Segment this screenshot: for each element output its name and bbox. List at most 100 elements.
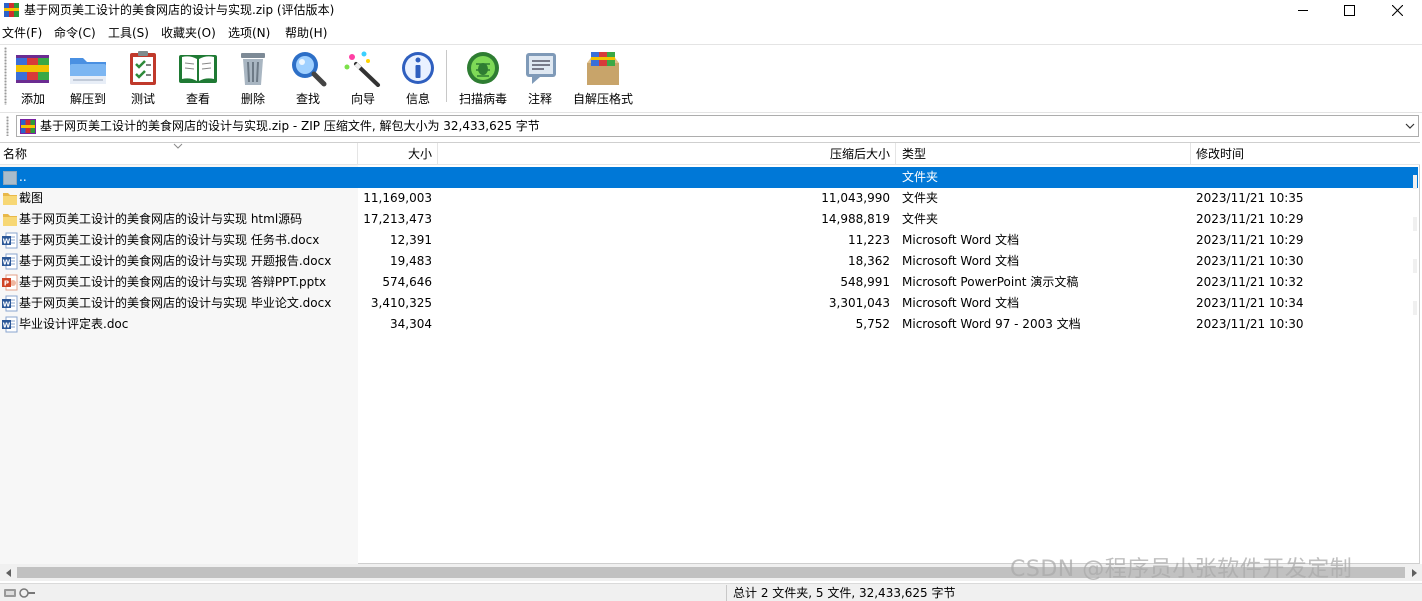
minimize-button[interactable] xyxy=(1280,0,1326,20)
file-row[interactable]: 截图 11,169,003 11,043,990 文件夹 2023/11/21 10:3… xyxy=(0,188,1418,209)
virus-scan-icon xyxy=(467,52,499,84)
comment-label: 注释 xyxy=(527,92,552,106)
title-bar[interactable]: 基于网页美工设计的美食网店的设计与实现.zip (评估版本) xyxy=(0,0,1422,20)
list-header: 名称 大小 压缩后大小 类型 修改时间 xyxy=(0,143,1420,165)
file-name: 基于网页美工设计的美食网店的设计与实现 开题报告.docx xyxy=(19,254,332,268)
file-row[interactable]: W 基于网页美工设计的美食网店的设计与实现 毕业论文.docx 3,410,325 3… xyxy=(0,293,1418,314)
winrar-app-icon[interactable] xyxy=(4,3,19,17)
scroll-right-button[interactable] xyxy=(1405,564,1422,581)
extract-to-button[interactable]: 解压到 xyxy=(66,47,110,107)
add-button[interactable]: 添加 xyxy=(12,47,54,107)
file-name: 基于网页美工设计的美食网店的设计与实现 html源码 xyxy=(19,212,303,226)
address-bar: 基于网页美工设计的美食网店的设计与实现.zip - ZIP 压缩文件, 解包大小… xyxy=(0,112,1422,138)
folder-icon xyxy=(2,190,18,207)
close-button[interactable] xyxy=(1374,0,1420,20)
scroll-left-button[interactable] xyxy=(0,564,17,581)
file-row[interactable]: W 基于网页美工设计的美食网店的设计与实现 开题报告.docx 19,483 18,3… xyxy=(0,251,1418,272)
file-packed-size xyxy=(440,167,890,188)
view-button[interactable]: 查看 xyxy=(176,47,220,107)
maximize-icon xyxy=(1343,4,1355,16)
parent-folder-icon xyxy=(2,169,18,186)
close-icon xyxy=(1391,4,1403,16)
info-label: 信息 xyxy=(405,92,430,106)
test-label: 测试 xyxy=(130,92,155,106)
test-clipboard-icon xyxy=(130,51,156,85)
file-modified xyxy=(1196,167,1396,188)
file-size: 11,169,003 xyxy=(363,191,432,205)
sfx-box-icon xyxy=(587,52,619,85)
sfx-button[interactable]: 自解压格式 xyxy=(572,47,634,107)
word-doc-icon: W xyxy=(2,316,18,333)
file-modified: 2023/11/21 10:29 xyxy=(1196,212,1304,226)
status-summary: 总计 2 文件夹, 5 文件, 32,433,625 字节 xyxy=(733,586,956,600)
file-row[interactable]: W 基于网页美工设计的美食网店的设计与实现 任务书.docx 12,391 11,22… xyxy=(0,230,1418,251)
svg-text:W: W xyxy=(3,300,11,308)
file-packed-size: 14,988,819 xyxy=(821,212,890,226)
address-bar-grip[interactable] xyxy=(6,116,9,136)
status-divider xyxy=(726,585,727,601)
comment-icon xyxy=(526,53,556,84)
virus-scan-button[interactable]: 扫描病毒 xyxy=(457,47,509,107)
column-header-size[interactable]: 大小 xyxy=(360,143,432,165)
scroll-marker xyxy=(1413,217,1417,231)
menu-favorites[interactable]: 收藏夹(O) xyxy=(161,25,216,41)
file-list[interactable]: 名称 大小 压缩后大小 类型 修改时间 .. 文件夹截图 11,169,003 11,… xyxy=(0,142,1420,565)
test-button[interactable]: 测试 xyxy=(122,47,164,107)
toolbar-grip[interactable] xyxy=(4,47,7,105)
file-size: 19,483 xyxy=(390,254,432,268)
menu-file[interactable]: 文件(F) xyxy=(2,25,42,41)
winrar-window: 基于网页美工设计的美食网店的设计与实现.zip (评估版本) 文件(F) 命令(… xyxy=(0,0,1422,601)
wizard-button[interactable]: 向导 xyxy=(342,47,384,107)
scroll-right-icon xyxy=(1411,568,1417,577)
powerpoint-icon: P xyxy=(2,274,18,291)
menu-help[interactable]: 帮助(H) xyxy=(285,25,327,41)
find-label: 查找 xyxy=(295,92,320,106)
column-divider[interactable] xyxy=(357,143,358,165)
magnifier-icon xyxy=(292,52,327,87)
toolbar: 添加 解压到 测试 查看 删除 查找 向导 信息 扫描病毒 注释 自解压格式 xyxy=(0,44,1422,108)
delete-button[interactable]: 删除 xyxy=(232,47,274,107)
file-row[interactable]: W 毕业设计评定表.doc 34,304 5,752 Microsoft Word 97… xyxy=(0,314,1418,335)
maximize-button[interactable] xyxy=(1326,0,1372,20)
column-divider[interactable] xyxy=(1190,143,1191,165)
file-name: 基于网页美工设计的美食网店的设计与实现 任务书.docx xyxy=(19,233,320,247)
watermark: CSDN @程序员小张软件开发定制 xyxy=(1010,557,1353,582)
scroll-left-icon xyxy=(5,568,11,577)
menu-tools[interactable]: 工具(S) xyxy=(108,25,149,41)
file-packed-size: 3,301,043 xyxy=(828,296,890,310)
address-combo[interactable]: 基于网页美工设计的美食网店的设计与实现.zip - ZIP 压缩文件, 解包大小… xyxy=(16,115,1419,137)
status-bar: 总计 2 文件夹, 5 文件, 32,433,625 字节 xyxy=(0,583,1422,601)
column-divider[interactable] xyxy=(437,143,438,165)
delete-label: 删除 xyxy=(240,92,265,106)
menu-options[interactable]: 选项(N) xyxy=(228,25,270,41)
column-header-modified[interactable]: 修改时间 xyxy=(1196,143,1244,165)
comment-button[interactable]: 注释 xyxy=(520,47,560,107)
magic-wand-icon xyxy=(344,51,380,87)
info-icon xyxy=(402,52,434,84)
archive-icon xyxy=(20,119,36,134)
column-header-packed[interactable]: 压缩后大小 xyxy=(440,143,890,165)
folder-icon xyxy=(2,211,18,228)
view-book-icon xyxy=(179,55,217,83)
file-type: 文件夹 xyxy=(902,212,939,226)
column-header-name[interactable]: 名称 xyxy=(3,143,27,165)
file-packed-size: 11,223 xyxy=(848,233,890,247)
file-modified: 2023/11/21 10:29 xyxy=(1196,233,1304,247)
menu-commands[interactable]: 命令(C) xyxy=(54,25,96,41)
status-drive-icon[interactable] xyxy=(4,587,36,599)
find-button[interactable]: 查找 xyxy=(286,47,330,107)
column-header-type[interactable]: 类型 xyxy=(902,143,926,165)
chevron-down-icon[interactable] xyxy=(1405,121,1415,131)
file-size: 574,646 xyxy=(382,275,432,289)
file-row[interactable]: .. 文件夹 xyxy=(0,167,1418,188)
file-row[interactable]: P 基于网页美工设计的美食网店的设计与实现 答辩PPT.pptx 574,646 54… xyxy=(0,272,1418,293)
minimize-icon xyxy=(1298,10,1308,11)
svg-text:W: W xyxy=(3,258,11,266)
word-doc-icon: W xyxy=(2,232,18,249)
file-row[interactable]: 基于网页美工设计的美食网店的设计与实现 html源码 17,213,473 14,9… xyxy=(0,209,1418,230)
file-type: Microsoft Word 97 - 2003 文档 xyxy=(902,317,1081,331)
file-name: 截图 xyxy=(19,191,44,205)
info-button[interactable]: 信息 xyxy=(397,47,439,107)
word-doc-icon: W xyxy=(2,253,18,270)
column-divider[interactable] xyxy=(895,143,896,165)
